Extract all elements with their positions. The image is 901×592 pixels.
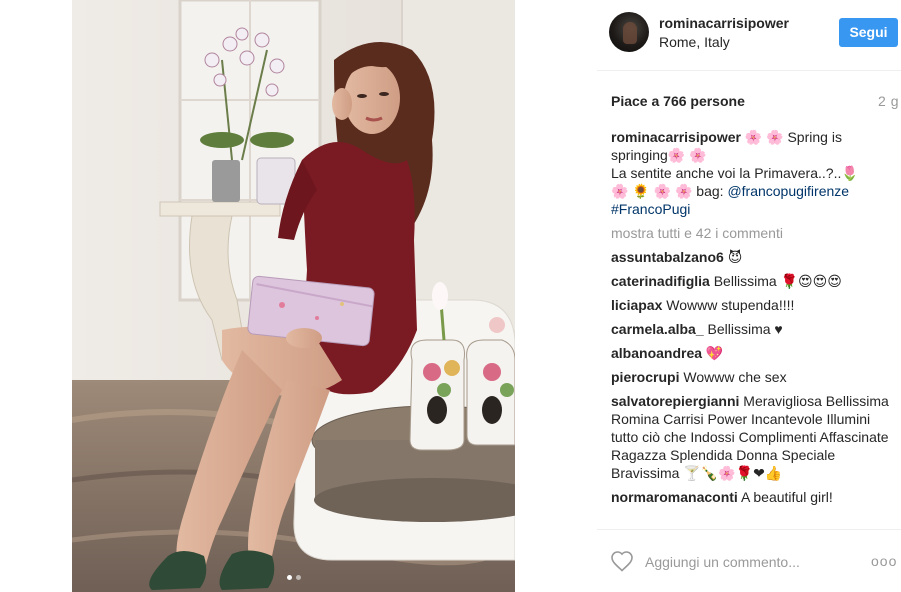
comment-text: Wowww che sex <box>683 369 787 385</box>
comment-item: assuntabalzano6 😈 <box>611 248 901 266</box>
header-username[interactable]: rominacarrisipower <box>659 15 789 31</box>
show-all-comments-link[interactable]: mostra tutti e 42 i commenti <box>611 224 901 242</box>
post-photo[interactable] <box>72 0 515 592</box>
comment-text: 😈 <box>727 249 743 265</box>
post-footer: ooo <box>597 529 901 592</box>
carousel-dot-active <box>286 575 292 580</box>
comment-item: liciapax Wowww stupenda!!!! <box>611 296 901 314</box>
comment-username[interactable]: assuntabalzano6 <box>611 249 724 265</box>
caption-text-line3: 🌸 🌻 🌸 🌸 bag: <box>611 183 728 199</box>
comment-text: Wowww stupenda!!!! <box>666 297 795 313</box>
header-location[interactable]: Rome, Italy <box>659 34 730 50</box>
comment-item: salvatorepiergianni Meravigliosa Belliss… <box>611 392 901 482</box>
instagram-post-view: rominacarrisipower Rome, Italy Segui Pia… <box>0 0 901 592</box>
comment-text: Bellissima 🌹😍😍😍 <box>713 273 842 289</box>
carousel-dot <box>295 575 301 580</box>
post-photo-illustration <box>72 0 515 592</box>
caption-mention-link[interactable]: @francopugifirenze <box>727 183 849 199</box>
likes-row: Piace a 766 persone 2 g <box>611 92 899 112</box>
carousel-indicator <box>72 575 515 580</box>
add-comment-input[interactable] <box>645 552 855 572</box>
comment-item: carmela.alba_ Bellissima ♥ <box>611 320 901 338</box>
caption-text-line2: La sentite anche voi la Primavera..?..🌷 <box>611 165 859 181</box>
comment-text: 💖 <box>705 345 724 361</box>
comment-username[interactable]: salvatorepiergianni <box>611 393 739 409</box>
avatar[interactable] <box>609 12 649 52</box>
comment-text: Bellissima ♥ <box>707 321 783 337</box>
comment-username[interactable]: normaromanaconti <box>611 489 738 505</box>
comment-item: albanoandrea 💖 <box>611 344 901 362</box>
comment-text: A beautiful girl! <box>740 489 833 505</box>
comments-list[interactable]: rominacarrisipower 🌸 🌸 Spring is springi… <box>611 128 901 524</box>
caption-username[interactable]: rominacarrisipower <box>611 129 741 145</box>
comment-username[interactable]: liciapax <box>611 297 662 313</box>
comment-username[interactable]: pierocrupi <box>611 369 679 385</box>
post-header: rominacarrisipower Rome, Italy Segui <box>597 0 901 71</box>
follow-button[interactable]: Segui <box>839 18 898 47</box>
comment-username[interactable]: caterinadifiglia <box>611 273 710 289</box>
post-caption: rominacarrisipower 🌸 🌸 Spring is springi… <box>611 128 901 218</box>
comment-username[interactable]: carmela.alba_ <box>611 321 704 337</box>
comment-item: normaromanaconti A beautiful girl! <box>611 488 901 506</box>
comment-username[interactable]: albanoandrea <box>611 345 702 361</box>
more-options-icon[interactable]: ooo <box>871 552 897 570</box>
caption-hashtag-link[interactable]: #FrancoPugi <box>611 201 690 217</box>
likes-count[interactable]: Piace a 766 persone <box>611 93 745 109</box>
post-side-panel: rominacarrisipower Rome, Italy Segui Pia… <box>597 0 901 592</box>
comment-item: pierocrupi Wowww che sex <box>611 368 901 386</box>
heart-icon[interactable] <box>610 550 634 572</box>
post-timestamp: 2 g <box>878 93 899 109</box>
comment-item: caterinadifiglia Bellissima 🌹😍😍😍 <box>611 272 901 290</box>
